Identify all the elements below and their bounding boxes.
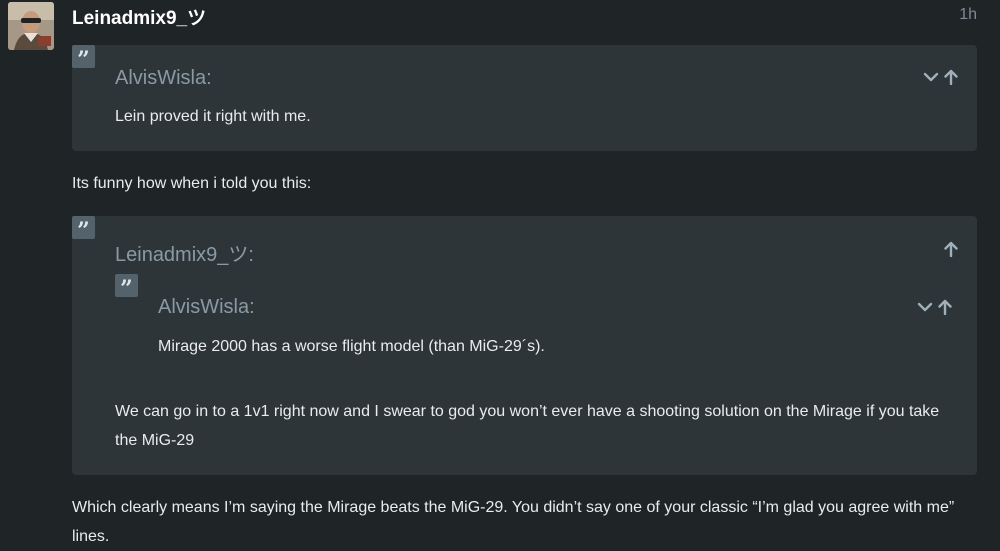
quote-controls bbox=[917, 299, 953, 316]
quote-controls bbox=[923, 69, 959, 86]
quote-author[interactable]: Leinadmix9_ツ: bbox=[115, 238, 254, 267]
arrow-up-icon[interactable] bbox=[943, 241, 959, 258]
chevron-down-icon[interactable] bbox=[923, 69, 939, 85]
quote-author[interactable]: AlvisWisla: bbox=[115, 67, 212, 90]
post-username[interactable]: Leinadmix9_ツ bbox=[72, 3, 206, 30]
quote-block: ” Leinadmix9_ツ: ” AlvisWisla: Mirage 200… bbox=[72, 216, 977, 475]
arrow-up-icon[interactable] bbox=[943, 69, 959, 86]
quote-author[interactable]: AlvisWisla: bbox=[158, 296, 255, 319]
post-text: Its funny how when i told you this: bbox=[72, 175, 312, 192]
quote-icon: ” bbox=[115, 274, 138, 302]
avatar[interactable] bbox=[8, 2, 54, 50]
quote-block: ” AlvisWisla: Lein proved it right with … bbox=[72, 45, 977, 151]
chevron-down-icon[interactable] bbox=[917, 299, 933, 315]
nested-quote-block: ” AlvisWisla: Mirage 2000 has a worse fl… bbox=[115, 274, 952, 364]
arrow-up-icon[interactable] bbox=[937, 299, 953, 316]
avatar-image bbox=[8, 2, 54, 50]
quote-icon: ” bbox=[72, 216, 95, 244]
post-timestamp[interactable]: 1h bbox=[959, 6, 977, 24]
quote-text: Mirage 2000 has a worse flight model (th… bbox=[158, 338, 545, 355]
quote-text: We can go in to a 1v1 right now and I sw… bbox=[115, 403, 940, 449]
post-text: Which clearly means I’m saying the Mirag… bbox=[72, 499, 955, 545]
quote-text: Lein proved it right with me. bbox=[115, 108, 311, 125]
quote-icon: ” bbox=[72, 45, 95, 73]
quote-controls bbox=[943, 241, 959, 258]
